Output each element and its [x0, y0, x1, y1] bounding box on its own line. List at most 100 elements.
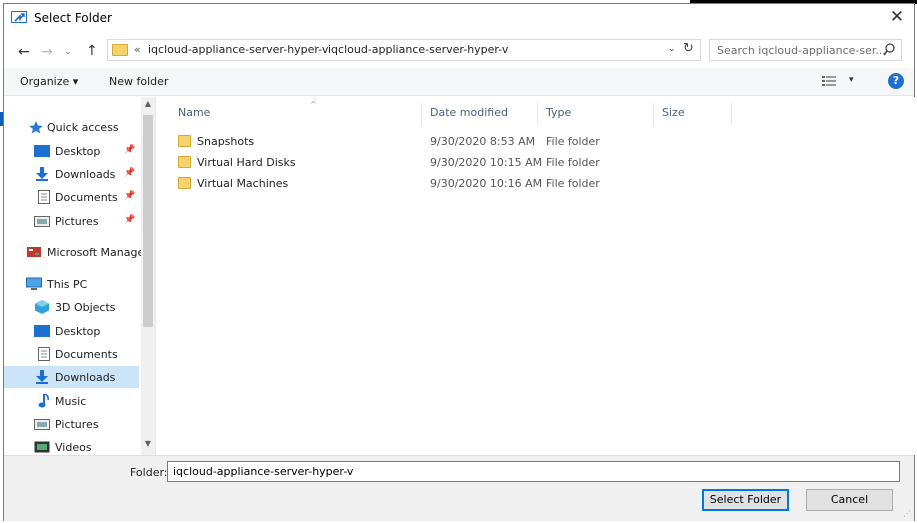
sidebar-item-pictures[interactable]: Pictures 📌 — [4, 210, 139, 232]
download-icon — [36, 167, 48, 181]
sidebar-item-label: Pictures — [55, 215, 99, 228]
new-folder-button[interactable]: New folder — [109, 75, 168, 88]
forward-arrow-icon[interactable]: → — [41, 44, 53, 60]
file-date: 9/30/2020 8:53 AM — [430, 135, 536, 148]
view-options-icon[interactable] — [822, 75, 836, 87]
folder-name-input[interactable] — [167, 461, 900, 482]
file-date: 9/30/2020 10:15 AM — [430, 156, 543, 169]
chevron-down-icon[interactable]: ⌄ — [668, 44, 676, 54]
select-folder-dialog: Select Folder ✕ ← → ⌄ ↑ « iqcloud-applia… — [3, 3, 915, 521]
sidebar-item-label: Documents — [55, 348, 118, 361]
chevron-right-icon[interactable]: › — [494, 43, 498, 54]
dialog-title: Select Folder — [34, 11, 112, 25]
search-placeholder: Search iqcloud-appliance-ser... — [717, 44, 886, 57]
sidebar-item-label: Microsoft Manage — [47, 246, 145, 259]
download-icon — [36, 370, 48, 384]
star-icon — [29, 121, 43, 134]
up-arrow-icon[interactable]: ↑ — [86, 43, 98, 59]
desktop-icon — [34, 325, 50, 337]
sidebar-scrollbar[interactable]: ▲ ▼ — [141, 97, 155, 455]
sidebar-item-this-pc[interactable]: This PC — [4, 273, 139, 295]
pin-icon: 📌 — [124, 215, 136, 225]
file-row[interactable]: Virtual Machines 9/30/2020 10:16 AM File… — [157, 173, 757, 193]
select-folder-button[interactable]: Select Folder — [702, 489, 789, 511]
sidebar-item-downloads-pc[interactable]: Downloads — [4, 366, 139, 388]
chevron-down-icon[interactable]: ▾ — [849, 75, 854, 85]
folder-icon — [178, 156, 191, 168]
breadcrumb-item[interactable]: iqcloud-appliance-server-hyper-v — [148, 43, 328, 56]
breadcrumb-overflow[interactable]: « — [134, 43, 141, 56]
chevron-right-icon[interactable]: › — [314, 43, 318, 54]
scroll-up-arrow-icon[interactable]: ▲ — [141, 99, 155, 111]
column-header-label: Type — [546, 106, 572, 119]
sidebar-item-label: This PC — [47, 278, 88, 291]
search-icon[interactable] — [881, 41, 897, 59]
column-header-label: Size — [662, 106, 685, 119]
file-row[interactable]: Virtual Hard Disks 9/30/2020 10:15 AM Fi… — [157, 152, 757, 172]
column-header-name[interactable]: Name ^ — [172, 100, 422, 125]
pin-icon: 📌 — [124, 145, 136, 155]
scroll-thumb[interactable] — [143, 115, 153, 327]
cancel-button[interactable]: Cancel — [806, 489, 893, 511]
folder-label: Folder: — [130, 466, 168, 479]
sidebar-item-pictures-pc[interactable]: Pictures — [4, 413, 139, 435]
refresh-icon[interactable]: ↻ — [683, 41, 694, 56]
file-row[interactable]: Snapshots 9/30/2020 8:53 AM File folder — [157, 131, 757, 151]
sidebar-item-documents-pc[interactable]: Documents — [4, 343, 139, 365]
pictures-icon — [34, 419, 50, 430]
file-type: File folder — [546, 177, 600, 190]
sort-indicator-icon: ^ — [310, 100, 317, 109]
column-header-date[interactable]: Date modified — [424, 103, 538, 125]
sidebar-item-label: Desktop — [55, 145, 101, 158]
file-type: File folder — [546, 156, 600, 169]
column-header-type[interactable]: Type — [540, 103, 654, 125]
sidebar-item-3d-objects[interactable]: 3D Objects — [4, 296, 139, 318]
close-icon[interactable]: ✕ — [886, 6, 908, 28]
back-arrow-icon[interactable]: ← — [18, 44, 30, 60]
sidebar-item-label: Downloads — [55, 371, 116, 384]
document-icon — [38, 190, 50, 204]
folder-icon — [112, 44, 128, 56]
title-bar: Select Folder ✕ — [4, 4, 914, 32]
sidebar-item-label: Quick access — [47, 121, 119, 134]
music-icon — [38, 394, 49, 408]
recent-locations-icon[interactable]: ⌄ — [64, 47, 72, 57]
file-date: 9/30/2020 10:16 AM — [430, 177, 543, 190]
column-header-label: Date modified — [430, 106, 508, 119]
pin-icon: 📌 — [124, 168, 136, 178]
pin-icon: 📌 — [124, 191, 136, 201]
server-icon — [27, 247, 41, 257]
column-header-size[interactable]: Size — [656, 103, 732, 125]
file-type: File folder — [546, 135, 600, 148]
sidebar-item-label: Desktop — [55, 325, 101, 338]
breadcrumb-item[interactable]: iqcloud-appliance-server-hyper-v — [328, 43, 508, 56]
sidebar-item-microsoft-manage[interactable]: Microsoft Manage — [4, 241, 144, 263]
sidebar-item-label: Music — [55, 395, 87, 408]
sidebar-item-desktop[interactable]: Desktop 📌 — [4, 140, 139, 162]
sidebar-item-label: 3D Objects — [55, 301, 116, 314]
video-icon — [34, 441, 50, 453]
sidebar-item-label: Documents — [55, 191, 118, 204]
computer-icon — [26, 277, 42, 290]
command-bar: Organize ▾ New folder ▾ ? — [4, 68, 914, 96]
scroll-down-arrow-icon[interactable]: ▼ — [141, 439, 155, 451]
file-list: Name ^ Date modified Type Size Snapshots… — [157, 97, 915, 455]
dialog-shortcut-icon — [11, 11, 27, 23]
sidebar-item-music[interactable]: Music — [4, 390, 139, 412]
sidebar-item-desktop-pc[interactable]: Desktop — [4, 320, 139, 342]
organize-button[interactable]: Organize ▾ — [20, 75, 78, 88]
folder-icon — [178, 177, 191, 189]
file-name: Virtual Machines — [197, 177, 289, 190]
sidebar-item-label: Videos — [55, 441, 92, 454]
sidebar-item-downloads[interactable]: Downloads 📌 — [4, 163, 139, 185]
search-input[interactable]: Search iqcloud-appliance-ser... — [709, 39, 902, 61]
navigation-pane: Quick access Desktop 📌 Downloads 📌 Docum… — [4, 97, 156, 455]
sidebar-item-label: Downloads — [55, 168, 116, 181]
address-bar[interactable]: « iqcloud-appliance-server-hyper-v › iqc… — [107, 39, 701, 61]
sidebar-item-documents[interactable]: Documents 📌 — [4, 186, 139, 208]
help-icon[interactable]: ? — [888, 73, 904, 89]
desktop-icon — [34, 145, 50, 157]
sidebar-item-quick-access[interactable]: Quick access — [4, 116, 139, 138]
resize-grip-icon[interactable]: ⋰ — [903, 509, 911, 518]
cube-icon — [35, 300, 49, 314]
